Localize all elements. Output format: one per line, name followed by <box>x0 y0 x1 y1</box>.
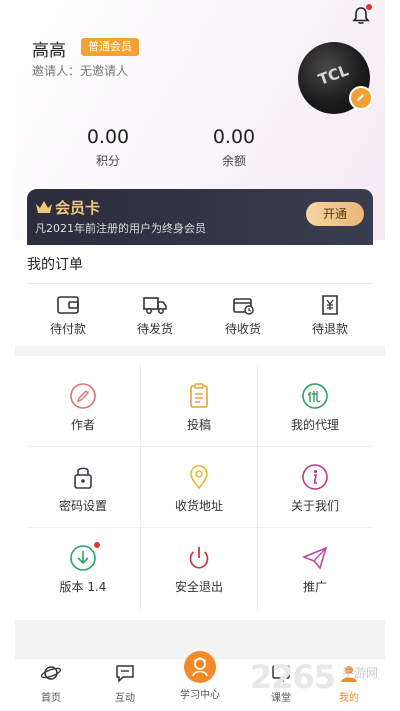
notification-dot <box>366 4 372 10</box>
menu-about-us-label: 关于我们 <box>290 499 339 513</box>
tab-home-label: 首页 <box>41 693 61 704</box>
crown-icon <box>36 201 52 213</box>
open-vip-button[interactable]: 开通 <box>306 202 364 226</box>
lock-icon <box>74 467 92 489</box>
member-badge: 普通会员 <box>81 38 139 56</box>
vip-card-title: 会员卡 <box>55 199 101 217</box>
user-name: 高高 <box>32 41 66 61</box>
location-pin-icon <box>190 465 208 490</box>
order-pending-shipment[interactable]: 待发货 <box>120 294 190 337</box>
order-pending-payment[interactable]: 待付款 <box>33 294 103 337</box>
profile-page: 高高 普通会员 邀请人：无邀请人 TCL 0.00 积分 0.00 余额 会员卡… <box>15 0 385 711</box>
grid-divider <box>140 364 141 610</box>
vip-card-desc: 凡2021年前注册的用户为终身会员 <box>35 222 206 235</box>
order-pending-receipt[interactable]: 待收货 <box>208 294 278 337</box>
inviter-text: 邀请人：无邀请人 <box>32 64 129 78</box>
power-icon <box>189 547 209 569</box>
orders-section-title[interactable]: 我的订单 <box>27 254 83 274</box>
update-dot <box>94 542 100 548</box>
order-pending-receipt-label: 待收货 <box>224 322 261 336</box>
menu-password-settings-label: 密码设置 <box>58 499 107 513</box>
info-icon <box>302 464 328 490</box>
balance-value: 0.00 <box>212 126 256 148</box>
menu-version[interactable]: 版本 1.4 <box>33 544 133 595</box>
watermark-text: 手游网 <box>342 666 379 680</box>
points-label: 积分 <box>95 154 120 168</box>
menu-my-agent-label: 我的代理 <box>290 418 339 432</box>
menu-logout[interactable]: 安全退出 <box>149 544 249 595</box>
paper-plane-icon <box>301 546 328 570</box>
menu-promotion[interactable]: 推广 <box>265 544 365 595</box>
download-icon <box>70 545 96 571</box>
tab-interact-label: 互动 <box>115 693 135 704</box>
watermark-number: 2265 <box>250 658 336 696</box>
order-pending-shipment-label: 待发货 <box>136 322 173 336</box>
menu-author[interactable]: 作者 <box>33 382 133 433</box>
pencil-icon <box>70 383 96 409</box>
points-stat[interactable]: 0.00 积分 <box>63 126 153 169</box>
refund-icon <box>322 295 338 315</box>
planet-icon <box>40 666 62 680</box>
clipboard-icon <box>190 383 208 408</box>
edit-avatar-button[interactable] <box>349 86 373 110</box>
agent-icon <box>302 383 328 409</box>
study-icon <box>184 651 216 683</box>
tab-study-center-label: 学习中心 <box>180 690 220 701</box>
menu-shipping-address[interactable]: 收货地址 <box>149 463 249 514</box>
edit-pencil-icon <box>357 94 365 102</box>
points-value: 0.00 <box>86 126 130 148</box>
menu-my-agent[interactable]: 我的代理 <box>265 382 365 433</box>
study-person-icon <box>192 657 208 677</box>
menu-password-settings[interactable]: 密码设置 <box>33 463 133 514</box>
chat-icon <box>116 665 134 683</box>
menu-about-us[interactable]: 关于我们 <box>265 463 365 514</box>
menu-promotion-label: 推广 <box>302 580 327 594</box>
receive-box-icon <box>233 298 254 315</box>
tab-interact[interactable]: 互动 <box>95 663 155 704</box>
truck-icon <box>143 297 167 314</box>
grid-divider <box>27 527 373 528</box>
order-pending-refund-label: 待退款 <box>311 322 348 336</box>
menu-version-label: 版本 1.4 <box>59 580 107 594</box>
watermark: 2265 手游网 <box>250 658 400 711</box>
menu-shipping-address-label: 收货地址 <box>174 499 223 513</box>
menu-author-label: 作者 <box>70 418 95 432</box>
grid-divider <box>257 364 258 610</box>
menu-submit[interactable]: 投稿 <box>149 382 249 433</box>
grid-divider <box>27 446 373 447</box>
section-gap <box>15 346 385 356</box>
tab-study-center[interactable]: 学习中心 <box>169 651 231 701</box>
tab-home[interactable]: 首页 <box>21 663 81 704</box>
avatar-logo-text: TCL <box>315 61 351 89</box>
order-pending-refund[interactable]: 待退款 <box>295 294 365 337</box>
balance-stat[interactable]: 0.00 余额 <box>189 126 279 169</box>
menu-logout-label: 安全退出 <box>174 580 223 594</box>
vip-card: 会员卡 凡2021年前注册的用户为终身会员 开通 <box>27 189 373 245</box>
menu-submit-label: 投稿 <box>186 418 211 432</box>
balance-label: 余额 <box>221 154 246 168</box>
orders-divider <box>27 283 373 284</box>
wallet-icon <box>57 296 79 314</box>
order-pending-payment-label: 待付款 <box>49 322 86 336</box>
